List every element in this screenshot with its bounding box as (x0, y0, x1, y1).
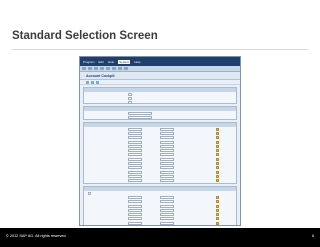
copyright-text: © 2012 SAP AG. All rights reserved. (6, 234, 67, 238)
menu-edit[interactable]: Edit (99, 60, 104, 64)
from-field[interactable] (128, 166, 142, 170)
option-field[interactable] (128, 92, 132, 96)
save-icon[interactable] (88, 67, 92, 70)
selection-group (83, 106, 237, 120)
from-field[interactable] (128, 149, 142, 153)
to-field[interactable] (160, 170, 174, 174)
slide-title: Standard Selection Screen (12, 30, 158, 42)
from-field[interactable] (128, 195, 142, 199)
multiple-selection-icon[interactable] (216, 157, 219, 161)
multiple-selection-icon[interactable] (216, 174, 219, 178)
from-field[interactable] (128, 174, 142, 178)
multiple-selection-icon[interactable] (216, 127, 219, 131)
cancel-icon[interactable] (106, 67, 110, 70)
sap-gui-screenshot: Program Edit Goto System Help Account Co… (79, 56, 241, 226)
additional-range-group (83, 186, 237, 225)
to-field[interactable] (160, 166, 174, 170)
to-field[interactable] (160, 213, 174, 217)
to-field[interactable] (160, 204, 174, 208)
from-field[interactable] (128, 127, 142, 131)
menu-program[interactable]: Program (83, 60, 95, 64)
from-field[interactable] (128, 170, 142, 174)
info-icon[interactable] (96, 80, 99, 84)
multiple-selection-icon[interactable] (216, 200, 219, 204)
from-field[interactable] (128, 140, 142, 144)
menu-help[interactable]: Help (134, 60, 140, 64)
from-field[interactable] (128, 217, 142, 221)
to-field[interactable] (160, 131, 174, 135)
to-field[interactable] (160, 217, 174, 221)
from-field[interactable] (128, 213, 142, 217)
to-field[interactable] (160, 195, 174, 199)
input-field[interactable] (128, 115, 152, 119)
multiple-selection-icon[interactable] (216, 217, 219, 221)
from-field[interactable] (128, 136, 142, 140)
from-field[interactable] (128, 221, 142, 225)
option-field[interactable] (128, 101, 132, 105)
print-icon[interactable] (112, 67, 116, 70)
to-field[interactable] (160, 200, 174, 204)
to-field[interactable] (160, 140, 174, 144)
from-field[interactable] (128, 131, 142, 135)
multiple-selection-icon[interactable] (216, 144, 219, 148)
execute-icon[interactable] (86, 80, 89, 84)
multiple-selection-icon[interactable] (216, 213, 219, 217)
from-field[interactable] (128, 204, 142, 208)
to-field[interactable] (160, 144, 174, 148)
multiple-selection-icon[interactable] (216, 131, 219, 135)
page-number: 6 (311, 234, 314, 238)
to-field[interactable] (160, 157, 174, 161)
variant-icon[interactable] (91, 80, 94, 84)
enter-icon[interactable] (82, 67, 86, 70)
to-field[interactable] (160, 136, 174, 140)
exit-icon[interactable] (100, 67, 104, 70)
from-field[interactable] (128, 162, 142, 166)
multiple-selection-icon[interactable] (216, 136, 219, 140)
from-field[interactable] (128, 200, 142, 204)
multiple-selection-icon[interactable] (216, 140, 219, 144)
from-field[interactable] (128, 144, 142, 148)
from-field[interactable] (128, 208, 142, 212)
multiple-selection-icon[interactable] (216, 179, 219, 183)
multiple-selection-icon[interactable] (216, 208, 219, 212)
title-divider (12, 49, 308, 50)
from-field[interactable] (128, 153, 142, 157)
to-field[interactable] (160, 127, 174, 131)
from-field[interactable] (128, 157, 142, 161)
option-field[interactable] (128, 96, 132, 100)
find-icon[interactable] (118, 67, 122, 70)
option-field[interactable] (88, 191, 91, 195)
multiple-selection-icon[interactable] (216, 166, 219, 170)
to-field[interactable] (160, 179, 174, 183)
multiple-selection-icon[interactable] (216, 204, 219, 208)
help-icon[interactable] (124, 67, 128, 70)
to-field[interactable] (160, 174, 174, 178)
menu-goto[interactable]: Goto (108, 60, 115, 64)
multiple-selection-icon[interactable] (216, 195, 219, 199)
to-field[interactable] (160, 208, 174, 212)
range-group (83, 122, 237, 184)
multiple-selection-icon[interactable] (216, 170, 219, 174)
application-toolbar (80, 80, 240, 85)
multiple-selection-icon[interactable] (216, 162, 219, 166)
options-group (83, 87, 237, 105)
multiple-selection-icon[interactable] (216, 153, 219, 157)
multiple-selection-icon[interactable] (216, 149, 219, 153)
input-field[interactable] (128, 111, 152, 115)
multiple-selection-icon[interactable] (216, 221, 219, 225)
menu-system[interactable]: System (118, 59, 131, 64)
back-icon[interactable] (94, 67, 98, 70)
to-field[interactable] (160, 149, 174, 153)
from-field[interactable] (128, 179, 142, 183)
to-field[interactable] (160, 221, 174, 225)
to-field[interactable] (160, 162, 174, 166)
slide-footer: © 2012 SAP AG. All rights reserved. 6 (0, 228, 320, 247)
screen-title: Account Cockpit (80, 72, 240, 80)
sap-menubar: Program Edit Goto System Help (80, 57, 240, 66)
to-field[interactable] (160, 153, 174, 157)
